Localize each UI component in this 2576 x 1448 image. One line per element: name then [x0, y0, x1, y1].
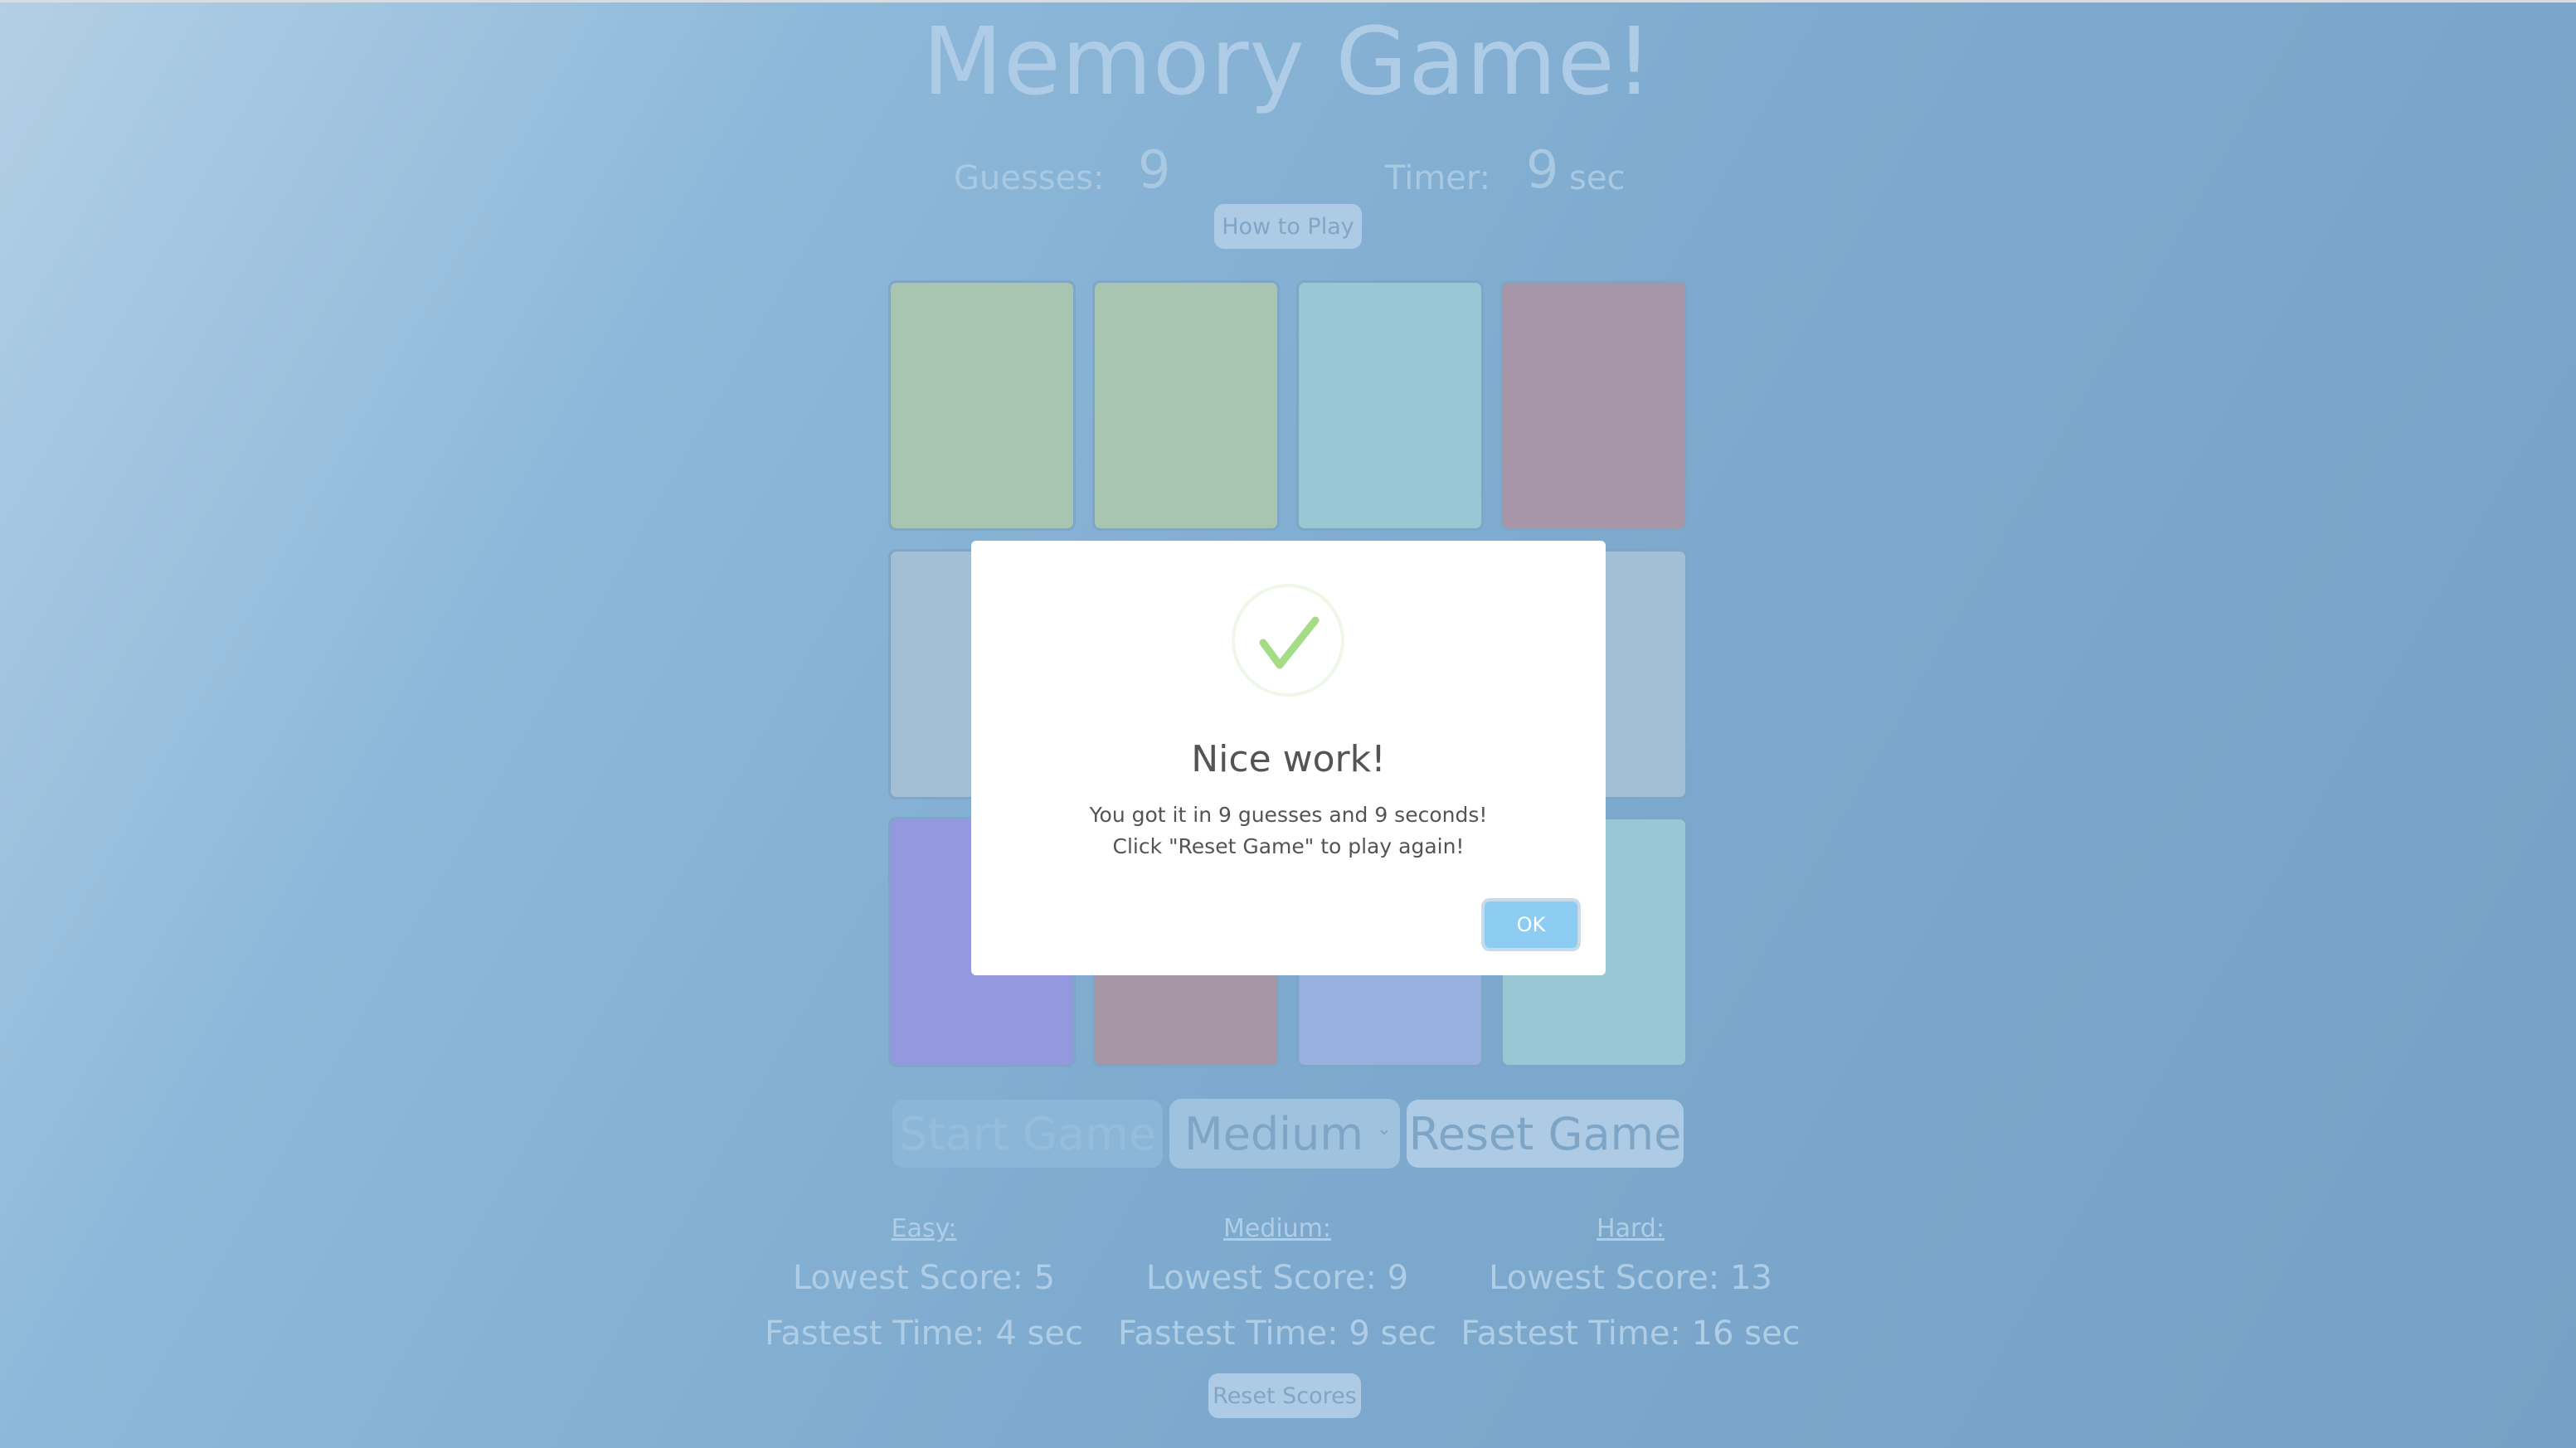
lowest-score: Lowest Score: 13	[1489, 1259, 1772, 1297]
modal-message-line: You got it in 9 guesses and 9 seconds!	[1089, 803, 1488, 827]
guesses-label: Guesses:	[954, 159, 1105, 197]
memory-card[interactable]	[1500, 280, 1688, 531]
success-check-icon	[1232, 584, 1344, 697]
reset-scores-button[interactable]: Reset Scores	[1208, 1373, 1361, 1418]
ok-button[interactable]: OK	[1485, 901, 1577, 948]
difficulty-selected: Medium	[1184, 1107, 1363, 1160]
timer-value: 9	[1526, 139, 1559, 200]
guesses-value: 9	[1138, 139, 1171, 200]
modal-message-line: Click "Reset Game" to play again!	[1112, 834, 1465, 858]
success-modal: Nice work! You got it in 9 guesses and 9…	[971, 541, 1606, 975]
modal-message: You got it in 9 guesses and 9 seconds! C…	[971, 799, 1606, 862]
chevron-down-icon: ⌄	[1376, 1119, 1392, 1139]
score-level-heading: Hard:	[1597, 1214, 1665, 1243]
difficulty-select[interactable]: Medium ⌄	[1169, 1099, 1400, 1169]
memory-card[interactable]	[1296, 280, 1484, 531]
reset-game-button[interactable]: Reset Game	[1407, 1100, 1684, 1168]
timer-label: Timer:	[1385, 159, 1491, 197]
start-game-button[interactable]: Start Game	[892, 1100, 1163, 1168]
modal-title: Nice work!	[1191, 738, 1386, 780]
memory-card[interactable]	[1092, 280, 1280, 531]
top-border	[0, 0, 2576, 2]
fastest-time: Fastest Time: 16 sec	[1461, 1314, 1801, 1353]
page-title: Memory Game!	[922, 8, 1654, 116]
memory-card[interactable]	[888, 280, 1076, 531]
timer-unit: sec	[1569, 159, 1626, 197]
how-to-play-button[interactable]: How to Play	[1214, 204, 1362, 249]
